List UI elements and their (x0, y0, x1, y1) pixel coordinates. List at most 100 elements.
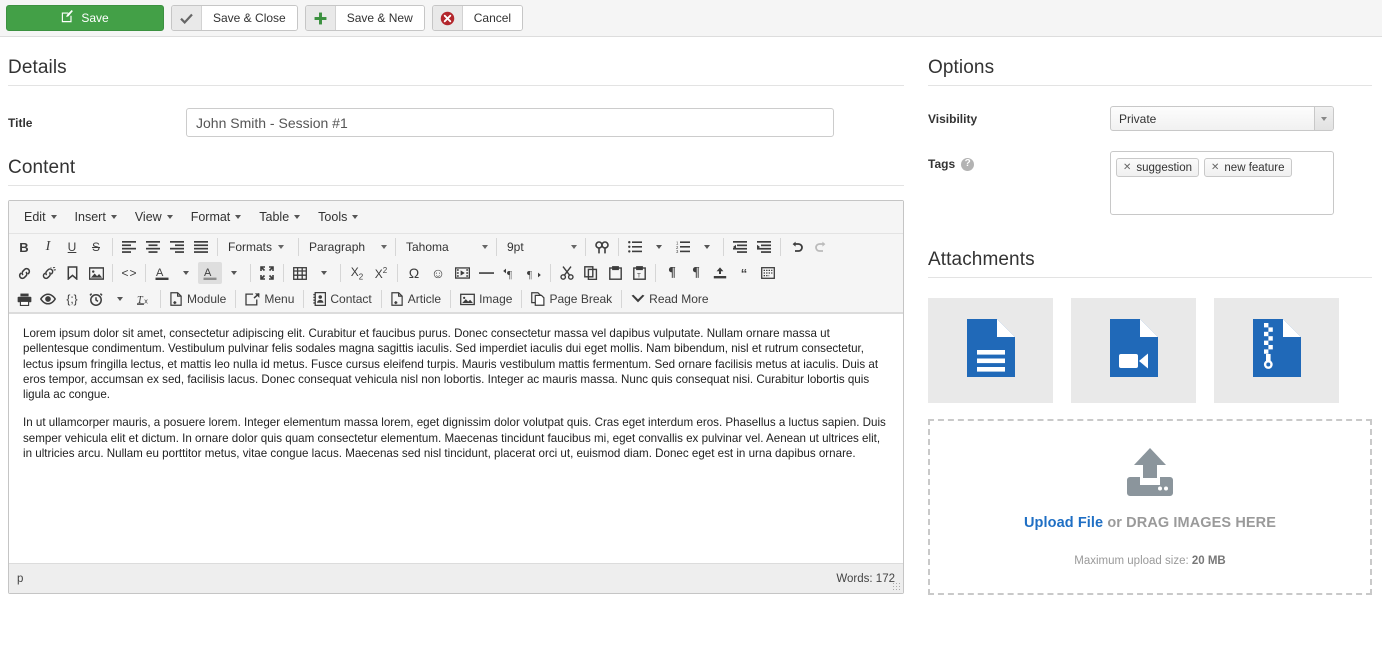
insert-menu-button[interactable]: Menu (240, 288, 299, 310)
menu-edit[interactable]: Edit (15, 207, 66, 227)
visibility-select[interactable]: Private (1110, 106, 1334, 131)
rtl-direction-icon[interactable]: ¶ (522, 262, 546, 284)
chevron-down-icon (235, 215, 242, 219)
ltr-direction-icon[interactable]: ¶ (498, 262, 522, 284)
background-color-caret-icon[interactable] (222, 262, 246, 284)
toolbar-separator (112, 238, 113, 256)
blockquote-icon[interactable]: “ (732, 262, 756, 284)
numbered-list-caret-icon[interactable] (695, 236, 719, 258)
text-color-caret-icon[interactable] (174, 262, 198, 284)
insert-module-button[interactable]: Module (165, 288, 231, 310)
source-code-icon[interactable]: < > (117, 262, 141, 284)
paste-icon[interactable] (603, 262, 627, 284)
italic-icon[interactable]: I (36, 236, 60, 258)
max-upload-size: Maximum upload size: 20 MB (1074, 555, 1225, 567)
insert-media-icon[interactable] (450, 262, 474, 284)
tags-input[interactable]: ✕ suggestion ✕ new feature (1110, 151, 1334, 215)
insert-file-icon[interactable] (708, 262, 732, 284)
attachment-item[interactable] (928, 298, 1053, 403)
attachment-item[interactable] (1071, 298, 1196, 403)
bookmark-icon[interactable] (60, 262, 84, 284)
content-heading: Content (8, 157, 76, 178)
menu-format[interactable]: Format (182, 207, 251, 227)
cancel-button[interactable]: Cancel (431, 5, 524, 31)
question-circle-icon[interactable]: ? (961, 157, 975, 171)
menu-tools[interactable]: Tools (309, 207, 367, 227)
save-and-close-button[interactable]: Save & Close (171, 5, 298, 31)
bullet-list-icon[interactable] (623, 236, 647, 258)
element-path[interactable]: p (17, 573, 23, 585)
insert-image-icon[interactable] (84, 262, 108, 284)
save-and-new-button[interactable]: Save & New (304, 5, 425, 31)
save-button[interactable]: Save (6, 5, 164, 31)
attachment-item[interactable] (1214, 298, 1339, 403)
outdent-icon[interactable] (728, 236, 752, 258)
subscript-icon[interactable]: X2 (345, 262, 369, 284)
bold-icon[interactable]: B (12, 236, 36, 258)
menu-table-label: Table (259, 210, 290, 224)
text-color-icon[interactable]: A (150, 262, 174, 284)
align-center-icon[interactable] (141, 236, 165, 258)
fullscreen-icon[interactable] (255, 262, 279, 284)
bullet-list-caret-icon[interactable] (647, 236, 671, 258)
horizontal-rule-icon[interactable] (474, 262, 498, 284)
tag-remove-icon[interactable]: ✕ (1211, 162, 1219, 173)
insert-read-more-button[interactable]: Read More (626, 288, 713, 310)
insert-datetime-icon[interactable] (84, 288, 108, 310)
redo-icon[interactable] (809, 236, 833, 258)
editor-content-area[interactable]: Lorem ipsum dolor sit amet, consectetur … (9, 313, 903, 563)
link-icon[interactable] (12, 262, 36, 284)
underline-icon[interactable]: U (60, 236, 84, 258)
menu-insert[interactable]: Insert (66, 207, 126, 227)
align-justify-icon[interactable] (189, 236, 213, 258)
align-right-icon[interactable] (165, 236, 189, 258)
numbered-list-icon[interactable]: 123 (671, 236, 695, 258)
show-blocks-icon[interactable]: ¶ (660, 262, 684, 284)
insert-image-button[interactable]: Image (455, 288, 517, 310)
template-icon[interactable] (756, 262, 780, 284)
title-field-row: Title (8, 108, 904, 137)
chevron-down-icon (110, 215, 117, 219)
cut-icon[interactable] (555, 262, 579, 284)
show-invisible-chars-icon[interactable]: ¶ (684, 262, 708, 284)
editor-resize-handle[interactable] (892, 582, 901, 591)
font-size-label: 9pt (507, 240, 524, 254)
toolbar-separator (145, 264, 146, 282)
font-family-dropdown[interactable]: Tahoma (400, 236, 492, 258)
title-input[interactable] (186, 108, 834, 137)
page-body: Details Title Content Edit Insert View (0, 37, 1382, 661)
insert-table-caret-icon[interactable] (312, 262, 336, 284)
block-format-dropdown[interactable]: Paragraph (303, 236, 391, 258)
preview-eye-icon[interactable] (36, 288, 60, 310)
tag-remove-icon[interactable]: ✕ (1123, 162, 1131, 173)
font-size-dropdown[interactable]: 9pt (501, 236, 581, 258)
strikethrough-icon[interactable]: S (84, 236, 108, 258)
indent-icon[interactable] (752, 236, 776, 258)
superscript-icon[interactable]: X2 (369, 262, 393, 284)
upload-file-link[interactable]: Upload File (1024, 515, 1103, 531)
tag-chip[interactable]: ✕ new feature (1204, 158, 1292, 177)
copy-icon[interactable] (579, 262, 603, 284)
unlink-icon[interactable] (36, 262, 60, 284)
clear-formatting-icon[interactable]: Tx (132, 288, 156, 310)
search-replace-icon[interactable] (590, 236, 614, 258)
upload-dropzone[interactable]: Upload File or DRAG IMAGES HERE Maximum … (928, 419, 1372, 595)
undo-icon[interactable] (785, 236, 809, 258)
emoticon-icon[interactable]: ☺ (426, 262, 450, 284)
insert-table-icon[interactable] (288, 262, 312, 284)
insert-contact-button[interactable]: Contact (308, 288, 376, 310)
print-icon[interactable] (12, 288, 36, 310)
formats-dropdown[interactable]: Formats (222, 236, 294, 258)
background-color-icon[interactable]: A (198, 262, 222, 284)
paste-as-text-icon[interactable]: T (627, 262, 651, 284)
align-left-icon[interactable] (117, 236, 141, 258)
tag-chip[interactable]: ✕ suggestion (1116, 158, 1200, 177)
menu-table[interactable]: Table (250, 207, 309, 227)
insert-article-button[interactable]: Article (386, 288, 446, 310)
insert-page-break-button[interactable]: Page Break (526, 288, 617, 310)
insert-datetime-caret-icon[interactable] (108, 288, 132, 310)
special-character-icon[interactable]: Ω (402, 262, 426, 284)
code-sample-icon[interactable]: {;} (60, 288, 84, 310)
font-family-label: Tahoma (406, 240, 449, 254)
menu-view[interactable]: View (126, 207, 182, 227)
